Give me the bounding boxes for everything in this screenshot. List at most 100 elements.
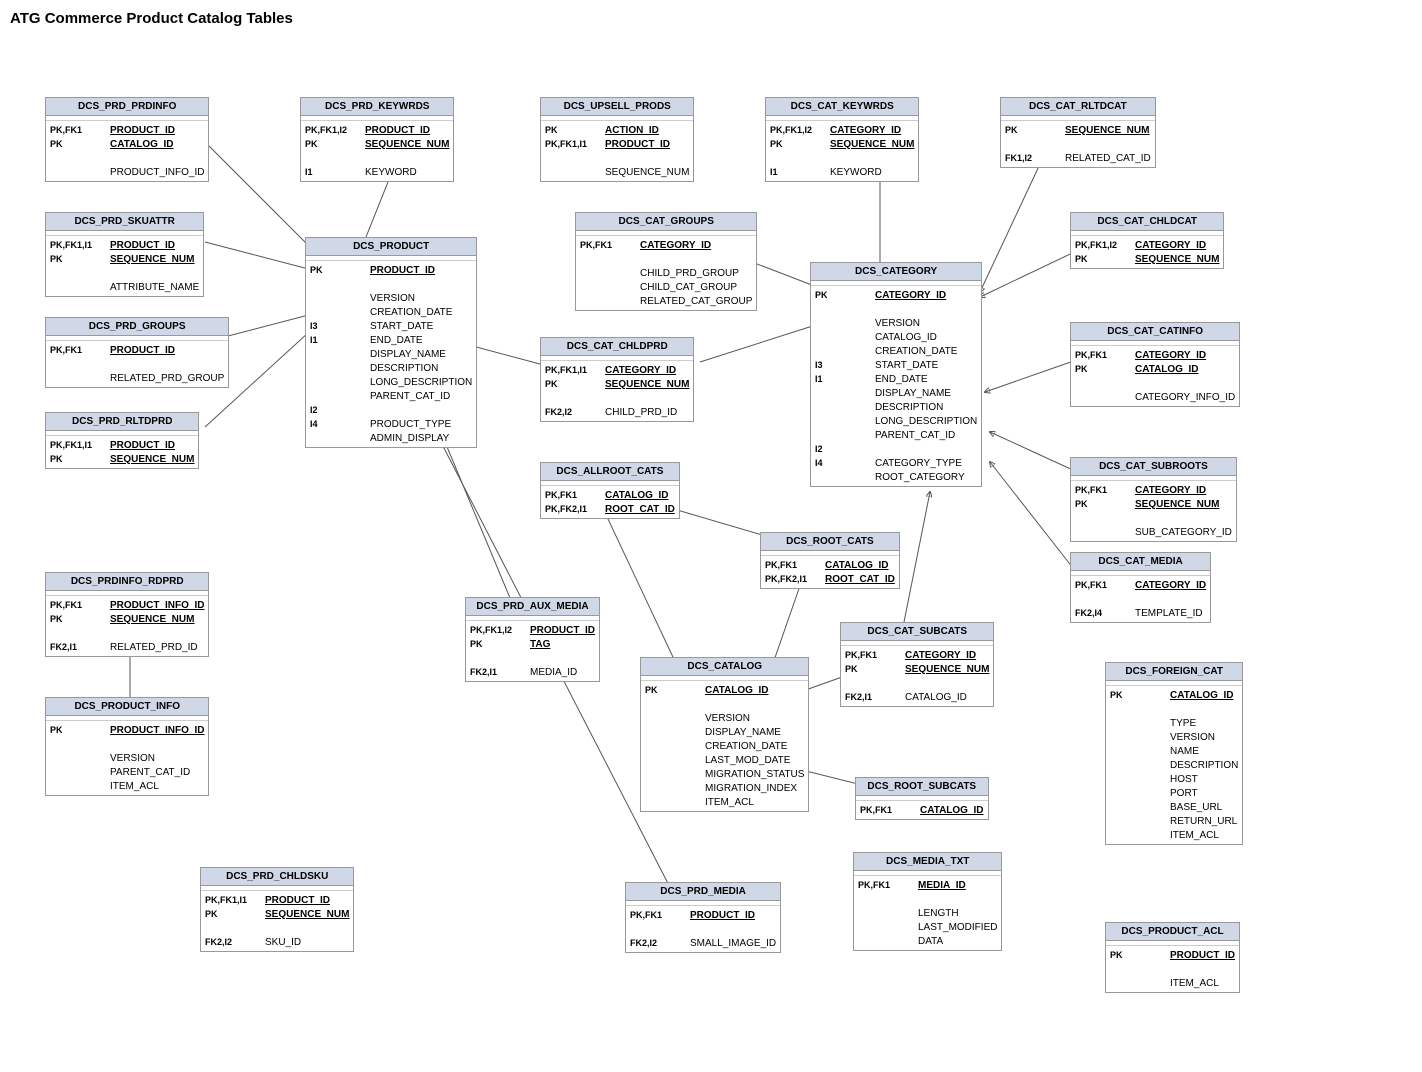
table-dcs_media_txt: DCS_MEDIA_TXTPK,FK1MEDIA_IDLENGTHLAST_MO… [853, 852, 1002, 951]
table-dcs_catalog: DCS_CATALOGPKCATALOG_IDVERSIONDISPLAY_NA… [640, 657, 809, 812]
table-row-dcs_product-8: LONG_DESCRIPTION [306, 375, 476, 389]
table-row-dcs_category-3: CATALOG_ID [811, 330, 981, 344]
row-field-dcs_prd_aux_media-1: TAG [530, 639, 550, 650]
row-key-dcs_prd_skuattr-1: PK [50, 254, 110, 264]
row-field-dcs_cat_subcats-1: SEQUENCE_NUM [905, 664, 989, 675]
table-row-dcs_cat_subcats-2 [841, 676, 993, 690]
table-header-dcs_root_subcats: DCS_ROOT_SUBCATS [856, 778, 988, 796]
row-field-dcs_cat_catinfo-3: CATEGORY_INFO_ID [1135, 392, 1235, 403]
table-header-dcs_prdinfo_rdprd: DCS_PRDINFO_RDPRD [46, 573, 208, 591]
table-row-dcs_product-4: I3START_DATE [306, 319, 476, 333]
row-field-dcs_category-2: VERSION [875, 318, 920, 329]
row-key-dcs_prd_media-0: PK,FK1 [630, 910, 690, 920]
row-field-dcs_prd_skuattr-3: ATTRIBUTE_NAME [110, 282, 199, 293]
row-field-dcs_root_subcats-0: CATALOG_ID [920, 805, 984, 816]
table-row-dcs_category-10: PARENT_CAT_ID [811, 428, 981, 442]
table-row-dcs_cat_keywrds-2 [766, 151, 918, 165]
table-row-dcs_upsell_prods-2 [541, 151, 693, 165]
table-row-dcs_cat_chldprd-3: FK2,I2CHILD_PRD_ID [541, 405, 693, 419]
row-key-dcs_prd_rltdprd-1: PK [50, 454, 110, 464]
row-field-dcs_product_acl-2: ITEM_ACL [1170, 978, 1219, 989]
table-header-dcs_cat_keywrds: DCS_CAT_KEYWRDS [766, 98, 918, 116]
row-key-dcs_product-11: I4 [310, 419, 370, 429]
table-row-dcs_catalog-5: LAST_MOD_DATE [641, 753, 808, 767]
row-field-dcs_category-0: CATEGORY_ID [875, 290, 946, 301]
table-dcs_product: DCS_PRODUCTPKPRODUCT_IDVERSIONCREATION_D… [305, 237, 477, 448]
table-dcs_prd_prdinfo: DCS_PRD_PRDINFOPK,FK1PRODUCT_IDPKCATALOG… [45, 97, 209, 182]
table-header-dcs_catalog: DCS_CATALOG [641, 658, 808, 676]
table-dcs_prd_skuattr: DCS_PRD_SKUATTRPK,FK1,I1PRODUCT_IDPKSEQU… [45, 212, 204, 297]
row-key-dcs_prd_chldsku-1: PK [205, 909, 265, 919]
row-field-dcs_product-9: PARENT_CAT_ID [370, 391, 450, 402]
row-field-dcs_prd_keywrds-0: PRODUCT_ID [365, 125, 430, 136]
row-key-dcs_prd_prdinfo-1: PK [50, 139, 110, 149]
row-field-dcs_prd_aux_media-0: PRODUCT_ID [530, 625, 595, 636]
row-field-dcs_category-5: START_DATE [875, 360, 938, 371]
row-key-dcs_foreign_cat-0: PK [1110, 690, 1170, 700]
table-row-dcs_catalog-6: MIGRATION_STATUS [641, 767, 808, 781]
table-row-dcs_cat_catinfo-2 [1071, 376, 1239, 390]
row-field-dcs_product-0: PRODUCT_ID [370, 265, 435, 276]
table-row-dcs_prd_prdinfo-2 [46, 151, 208, 165]
table-dcs_cat_groups: DCS_CAT_GROUPSPK,FK1CATEGORY_IDCHILD_PRD… [575, 212, 757, 311]
table-row-dcs_prd_keywrds-2 [301, 151, 453, 165]
row-field-dcs_foreign_cat-2: TYPE [1170, 718, 1196, 729]
table-row-dcs_prd_media-2: FK2,I2SMALL_IMAGE_ID [626, 936, 780, 950]
table-header-dcs_product: DCS_PRODUCT [306, 238, 476, 256]
table-row-dcs_prd_chldsku-0: PK,FK1,I1PRODUCT_ID [201, 893, 353, 907]
table-header-dcs_prd_prdinfo: DCS_PRD_PRDINFO [46, 98, 208, 116]
row-field-dcs_catalog-7: MIGRATION_INDEX [705, 783, 797, 794]
row-field-dcs_cat_keywrds-1: SEQUENCE_NUM [830, 139, 914, 150]
table-row-dcs_prd_chldsku-2 [201, 921, 353, 935]
table-row-dcs_product-7: DESCRIPTION [306, 361, 476, 375]
row-key-dcs_catalog-0: PK [645, 685, 705, 695]
table-header-dcs_root_cats: DCS_ROOT_CATS [761, 533, 899, 551]
row-field-dcs_catalog-5: LAST_MOD_DATE [705, 755, 790, 766]
table-row-dcs_product-12: ADMIN_DISPLAY [306, 431, 476, 445]
table-header-dcs_prd_media: DCS_PRD_MEDIA [626, 883, 780, 901]
table-dcs_prd_groups: DCS_PRD_GROUPSPK,FK1PRODUCT_IDRELATED_PR… [45, 317, 229, 388]
row-field-dcs_category-13: ROOT_CATEGORY [875, 472, 965, 483]
row-field-dcs_allroot_cats-1: ROOT_CAT_ID [605, 504, 675, 515]
row-key-dcs_product_info-0: PK [50, 725, 110, 735]
table-row-dcs_cat_media-2: FK2,I4TEMPLATE_ID [1071, 606, 1210, 620]
row-field-dcs_category-3: CATALOG_ID [875, 332, 937, 343]
row-field-dcs_prd_chldsku-3: SKU_ID [265, 937, 301, 948]
diagram: DCS_PRD_PRDINFOPK,FK1PRODUCT_IDPKCATALOG… [10, 42, 1390, 1062]
row-field-dcs_cat_chldprd-0: CATEGORY_ID [605, 365, 676, 376]
row-key-dcs_prd_chldsku-3: FK2,I2 [205, 937, 265, 947]
row-field-dcs_cat_keywrds-0: CATEGORY_ID [830, 125, 901, 136]
table-row-dcs_prdinfo_rdprd-2 [46, 626, 208, 640]
row-field-dcs_media_txt-3: LAST_MODIFIED [918, 922, 997, 933]
table-row-dcs_cat_chldcat-0: PK,FK1,I2CATEGORY_ID [1071, 238, 1223, 252]
table-row-dcs_cat_groups-1 [576, 252, 756, 266]
row-field-dcs_product-2: VERSION [370, 293, 415, 304]
table-row-dcs_cat_catinfo-1: PKCATALOG_ID [1071, 362, 1239, 376]
table-row-dcs_category-13: ROOT_CATEGORY [811, 470, 981, 484]
row-key-dcs_product-0: PK [310, 265, 370, 275]
table-row-dcs_product-10: I2 [306, 403, 476, 417]
table-header-dcs_prd_groups: DCS_PRD_GROUPS [46, 318, 228, 336]
table-header-dcs_category: DCS_CATEGORY [811, 263, 981, 281]
row-field-dcs_product-6: DISPLAY_NAME [370, 349, 446, 360]
table-row-dcs_prd_chldsku-3: FK2,I2SKU_ID [201, 935, 353, 949]
row-field-dcs_product-7: DESCRIPTION [370, 363, 438, 374]
table-row-dcs_cat_chldcat-1: PKSEQUENCE_NUM [1071, 252, 1223, 266]
row-field-dcs_product_info-0: PRODUCT_INFO_ID [110, 725, 204, 736]
table-header-dcs_cat_subroots: DCS_CAT_SUBROOTS [1071, 458, 1236, 476]
table-row-dcs_foreign_cat-1 [1106, 702, 1242, 716]
table-row-dcs_product-11: I4PRODUCT_TYPE [306, 417, 476, 431]
row-field-dcs_cat_catinfo-0: CATEGORY_ID [1135, 350, 1206, 361]
row-key-dcs_upsell_prods-1: PK,FK1,I1 [545, 139, 605, 149]
row-field-dcs_product_info-3: PARENT_CAT_ID [110, 767, 190, 778]
row-key-dcs_cat_keywrds-3: I1 [770, 167, 830, 177]
table-row-dcs_cat_groups-2: CHILD_PRD_GROUP [576, 266, 756, 280]
table-row-dcs_cat_subroots-1: PKSEQUENCE_NUM [1071, 497, 1236, 511]
table-row-dcs_prd_rltdprd-0: PK,FK1,I1PRODUCT_ID [46, 438, 198, 452]
row-field-dcs_prd_rltdprd-1: SEQUENCE_NUM [110, 454, 194, 465]
row-key-dcs_root_subcats-0: PK,FK1 [860, 805, 920, 815]
table-row-dcs_prd_chldsku-1: PKSEQUENCE_NUM [201, 907, 353, 921]
row-key-dcs_cat_subcats-3: FK2,I1 [845, 692, 905, 702]
row-key-dcs_category-0: PK [815, 290, 875, 300]
row-key-dcs_cat_rltdcat-2: FK1,I2 [1005, 153, 1065, 163]
